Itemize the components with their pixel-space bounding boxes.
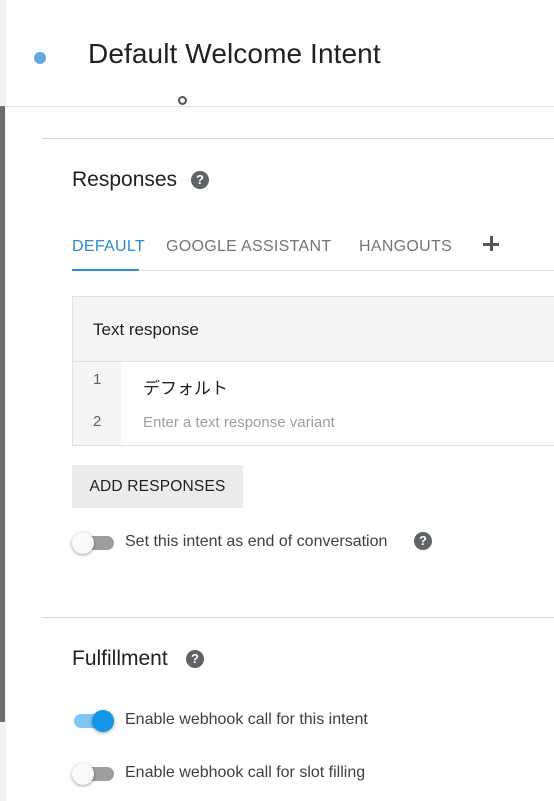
section-divider	[42, 138, 554, 139]
tab-google-assistant[interactable]: GOOGLE ASSISTANT	[166, 238, 331, 256]
scrollbar-thumb[interactable]	[0, 106, 5, 722]
toggle-knob	[72, 763, 94, 785]
webhook-intent-label: Enable webhook call for this intent	[125, 711, 368, 728]
response-variant-input[interactable]	[143, 414, 543, 431]
toggle-knob	[72, 532, 94, 554]
add-responses-button[interactable]: ADD RESPONSES	[72, 465, 243, 508]
end-conversation-help-icon[interactable]: ?	[414, 532, 432, 550]
fulfillment-title: Fulfillment	[72, 647, 168, 670]
text-response-card: Text response 1 デフォルト 2	[72, 296, 554, 446]
end-conversation-toggle[interactable]	[72, 531, 116, 555]
tab-default[interactable]: DEFAULT	[72, 238, 145, 256]
row-number-1: 1	[93, 371, 102, 388]
intent-status-dot	[34, 52, 46, 64]
webhook-intent-toggle[interactable]	[72, 709, 116, 733]
webhook-slot-label: Enable webhook call for slot filling	[125, 764, 366, 781]
toggle-knob	[92, 710, 114, 732]
row-number-2: 2	[93, 413, 102, 430]
page-title: Default Welcome Intent	[88, 38, 381, 69]
add-platform-plus-icon[interactable]	[480, 233, 502, 255]
responses-title: Responses	[72, 168, 178, 191]
active-tab-indicator	[72, 269, 139, 271]
text-response-card-title: Text response	[93, 320, 199, 339]
end-conversation-label: Set this intent as end of conversation	[125, 533, 388, 550]
responses-help-icon[interactable]: ?	[191, 171, 209, 189]
webhook-slot-toggle[interactable]	[72, 762, 116, 786]
response-text-1[interactable]: デフォルト	[143, 374, 228, 399]
section-divider	[42, 617, 554, 618]
tab-hangouts[interactable]: HANGOUTS	[359, 238, 452, 256]
tabs-baseline	[72, 270, 554, 271]
text-response-card-header: Text response	[73, 297, 554, 362]
clipped-text-fragment	[178, 94, 188, 106]
fulfillment-help-icon[interactable]: ?	[186, 650, 204, 668]
